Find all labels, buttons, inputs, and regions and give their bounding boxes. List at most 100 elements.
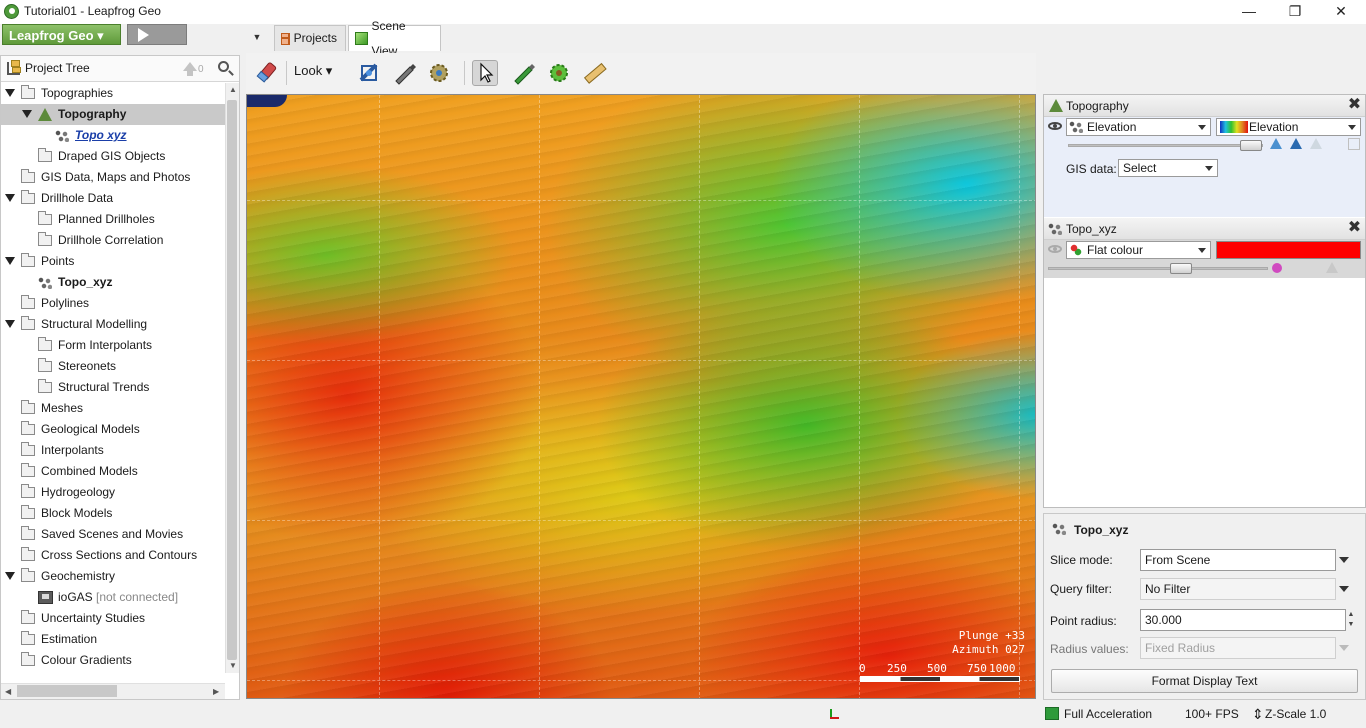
tree-item[interactable]: Drillhole Correlation: [1, 230, 225, 251]
tree-item[interactable]: Form Interpolants: [1, 335, 225, 356]
z-scale-arrows-icon[interactable]: ⇕: [1252, 706, 1264, 722]
tree-horizontal-scroll-thumb[interactable]: [17, 685, 117, 697]
gis-data-dropdown[interactable]: Select: [1118, 159, 1218, 177]
z-scale-status[interactable]: Z-Scale 1.0: [1265, 707, 1326, 721]
slice-mode-dropdown-button[interactable]: [1334, 549, 1354, 571]
tree-item[interactable]: Colour Gradients: [1, 650, 225, 671]
tree-item[interactable]: Structural Modelling: [1, 314, 225, 335]
upload-arrow-icon[interactable]: [183, 62, 197, 76]
search-icon[interactable]: [218, 61, 229, 72]
scene-view-3d[interactable]: Plunge +33 Azimuth 027 0 250 500 750 100…: [246, 94, 1036, 699]
tree-item[interactable]: Estimation: [1, 629, 225, 650]
settings-button[interactable]: [426, 60, 452, 86]
tree-item[interactable]: Stereonets: [1, 356, 225, 377]
colormap-dropdown[interactable]: Elevation: [1216, 118, 1361, 136]
slicer-button[interactable]: [356, 60, 382, 86]
chevron-down-icon: [1205, 166, 1213, 171]
tree-item[interactable]: Topo xyz: [1, 125, 225, 146]
tree-item[interactable]: Topography: [1, 104, 225, 125]
scroll-left-arrow-icon[interactable]: ◀: [5, 687, 11, 696]
minimize-button[interactable]: —: [1226, 0, 1272, 24]
point-radius-input[interactable]: 30.000: [1140, 609, 1346, 631]
projects-grid-icon: [281, 32, 290, 45]
query-filter-select[interactable]: No Filter: [1140, 578, 1336, 600]
scale-label: 0: [859, 662, 866, 675]
tree-item[interactable]: Planned Drillholes: [1, 209, 225, 230]
close-window-button[interactable]: ✕: [1318, 0, 1364, 24]
lighting-icon[interactable]: [1270, 138, 1282, 149]
tree-item[interactable]: Block Models: [1, 503, 225, 524]
tab-projects[interactable]: Projects: [274, 25, 346, 51]
scroll-down-arrow-icon[interactable]: ▼: [229, 661, 237, 670]
slice-mode-select[interactable]: From Scene: [1140, 549, 1336, 571]
look-dropdown-button[interactable]: Look ▾: [294, 63, 332, 79]
tree-item[interactable]: GIS Data, Maps and Photos: [1, 167, 225, 188]
point-size-icon[interactable]: [1272, 263, 1282, 273]
tab-scene-view[interactable]: Scene View: [348, 19, 441, 58]
tree-item[interactable]: Notes: [1, 671, 225, 673]
folder-icon: [21, 169, 35, 183]
puzzle-button[interactable]: [546, 60, 572, 86]
draw-lines-button[interactable]: [510, 60, 536, 86]
tree-item[interactable]: Geological Models: [1, 419, 225, 440]
axes-icon[interactable]: [828, 707, 840, 719]
tree-item[interactable]: Geochemistry: [1, 566, 225, 587]
expand-triangle-icon[interactable]: [5, 257, 15, 265]
properties-list-icon[interactable]: [1348, 138, 1360, 150]
opacity-slider-thumb[interactable]: [1240, 140, 1262, 151]
scroll-right-arrow-icon[interactable]: ▶: [213, 687, 219, 696]
tree-item-label: Stereonets: [58, 359, 117, 373]
leapfrog-geo-menu-button[interactable]: Leapfrog Geo ▾: [2, 24, 121, 45]
format-display-text-button[interactable]: Format Display Text: [1051, 669, 1358, 693]
opacity-slider-thumb[interactable]: [1170, 263, 1192, 274]
tree-item[interactable]: Topo_xyz: [1, 272, 225, 293]
select-pointer-button[interactable]: [472, 60, 498, 86]
tabs-dropdown-button[interactable]: ▼: [250, 30, 264, 44]
flat-colour-swatch[interactable]: [1216, 241, 1361, 259]
terrain-shading: [247, 95, 1035, 698]
draw-slice-button[interactable]: [391, 60, 417, 86]
tree-item[interactable]: Structural Trends: [1, 377, 225, 398]
expand-triangle-icon[interactable]: [5, 194, 15, 202]
tree-item[interactable]: Drillhole Data: [1, 188, 225, 209]
tree-item[interactable]: Draped GIS Objects: [1, 146, 225, 167]
play-button[interactable]: [127, 24, 187, 45]
close-icon[interactable]: ✖: [1347, 220, 1362, 236]
point-radius-spinner[interactable]: ▲ ▼: [1346, 610, 1356, 630]
colour-mode-dropdown[interactable]: Flat colour: [1066, 241, 1211, 259]
visibility-eye-icon[interactable]: [1048, 122, 1062, 130]
tree-item[interactable]: Saved Scenes and Movies: [1, 524, 225, 545]
expand-triangle-icon[interactable]: [5, 89, 15, 97]
tree-item[interactable]: Cross Sections and Contours: [1, 545, 225, 566]
tree-item[interactable]: Points: [1, 251, 225, 272]
opacity-slider-track[interactable]: [1048, 267, 1268, 270]
query-filter-dropdown-button[interactable]: [1334, 578, 1354, 600]
ruler-button[interactable]: [582, 60, 608, 86]
grid-line: [1019, 95, 1020, 698]
scale-label: 1000: [989, 662, 1016, 675]
window-title: Tutorial01 - Leapfrog Geo: [24, 4, 161, 18]
tree-item[interactable]: Uncertainty Studies: [1, 608, 225, 629]
tree-item[interactable]: Topographies: [1, 83, 225, 104]
tree-item-label: Points: [41, 254, 75, 268]
visibility-eye-icon[interactable]: [1048, 245, 1062, 253]
scroll-up-arrow-icon[interactable]: ▲: [229, 85, 237, 94]
wireframe-icon[interactable]: [1310, 138, 1322, 149]
opacity-slider-track[interactable]: [1068, 144, 1263, 147]
expand-triangle-icon[interactable]: [5, 572, 15, 580]
shading-icon[interactable]: [1290, 138, 1302, 149]
close-icon[interactable]: ✖: [1347, 97, 1362, 113]
tree-item[interactable]: Interpolants: [1, 440, 225, 461]
tree-item[interactable]: ioGAS [not connected]: [1, 587, 225, 608]
expand-triangle-icon[interactable]: [5, 320, 15, 328]
lighting-icon[interactable]: [1326, 262, 1338, 273]
tree-item[interactable]: Polylines: [1, 293, 225, 314]
expand-triangle-icon[interactable]: [22, 110, 32, 118]
tree-item[interactable]: Combined Models: [1, 461, 225, 482]
eraser-button[interactable]: [254, 60, 280, 86]
colour-by-dropdown[interactable]: Elevation: [1066, 118, 1211, 136]
tree-item[interactable]: Hydrogeology: [1, 482, 225, 503]
tree-vertical-scroll-thumb[interactable]: [227, 100, 237, 660]
tree-item[interactable]: Meshes: [1, 398, 225, 419]
maximize-button[interactable]: ❐: [1272, 0, 1318, 24]
